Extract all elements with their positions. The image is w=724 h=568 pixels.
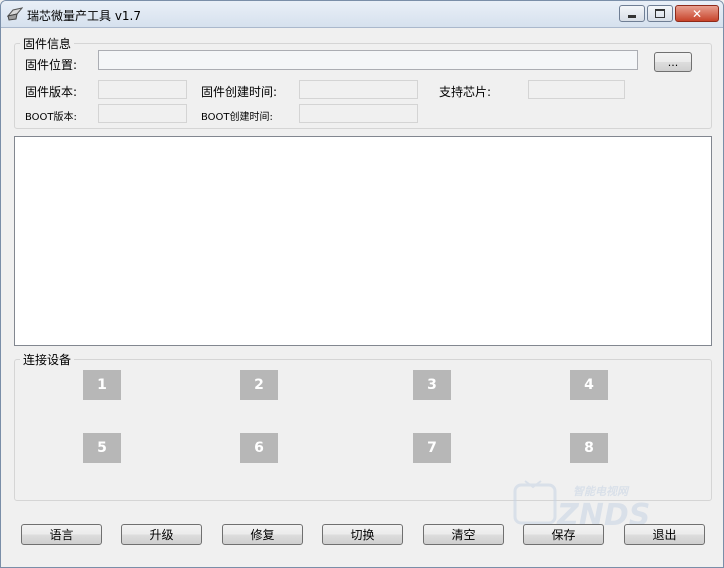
close-button[interactable]: ✕ [675, 5, 719, 22]
save-button[interactable]: 保存 [523, 524, 604, 545]
firmware-path-label: 固件位置: [25, 58, 78, 72]
minimize-icon [628, 15, 636, 18]
firmware-path-field[interactable] [98, 50, 638, 70]
device-slot-5: 5 [83, 433, 121, 463]
device-slot-6: 6 [240, 433, 278, 463]
supported-chip-label: 支持芯片: [439, 85, 492, 99]
device-slot-4: 4 [570, 370, 608, 400]
exit-button[interactable]: 退出 [624, 524, 705, 545]
device-slot-8: 8 [570, 433, 608, 463]
close-icon: ✕ [691, 6, 703, 21]
browse-button[interactable]: ... [654, 52, 692, 72]
log-output[interactable] [14, 136, 712, 346]
maximize-icon [655, 9, 665, 18]
boot-version-field [98, 104, 187, 123]
device-slot-7: 7 [413, 433, 451, 463]
firmware-create-time-label: 固件创建时间: [201, 85, 278, 99]
clear-button[interactable]: 清空 [423, 524, 504, 545]
boot-create-time-field [299, 104, 418, 123]
firmware-version-field [98, 80, 187, 99]
firmware-create-time-field [299, 80, 418, 99]
svg-text:智能电视网: 智能电视网 [573, 485, 630, 498]
device-slot-2: 2 [240, 370, 278, 400]
upgrade-button[interactable]: 升级 [121, 524, 202, 545]
switch-button[interactable]: 切换 [322, 524, 403, 545]
app-window: 瑞芯微量产工具 v1.7 ✕ 固件信息 固件位置: ... 固件版本: 固件创建… [0, 0, 724, 568]
device-slot-3: 3 [413, 370, 451, 400]
connected-devices-label: 连接设备 [20, 351, 75, 368]
firmware-version-label: 固件版本: [25, 85, 78, 99]
boot-create-time-label: BOOT创建时间: [201, 112, 273, 123]
supported-chip-field [528, 80, 625, 99]
language-button[interactable]: 语言 [21, 524, 102, 545]
maximize-button[interactable] [647, 5, 673, 22]
boot-version-label: BOOT版本: [25, 112, 77, 123]
repair-button[interactable]: 修复 [222, 524, 303, 545]
window-title: 瑞芯微量产工具 v1.7 [27, 9, 142, 23]
app-icon [7, 7, 23, 21]
window-controls: ✕ [617, 5, 719, 23]
firmware-info-label: 固件信息 [20, 35, 75, 52]
minimize-button[interactable] [619, 5, 645, 22]
title-bar[interactable]: 瑞芯微量产工具 v1.7 ✕ [1, 1, 723, 28]
device-slot-1: 1 [83, 370, 121, 400]
